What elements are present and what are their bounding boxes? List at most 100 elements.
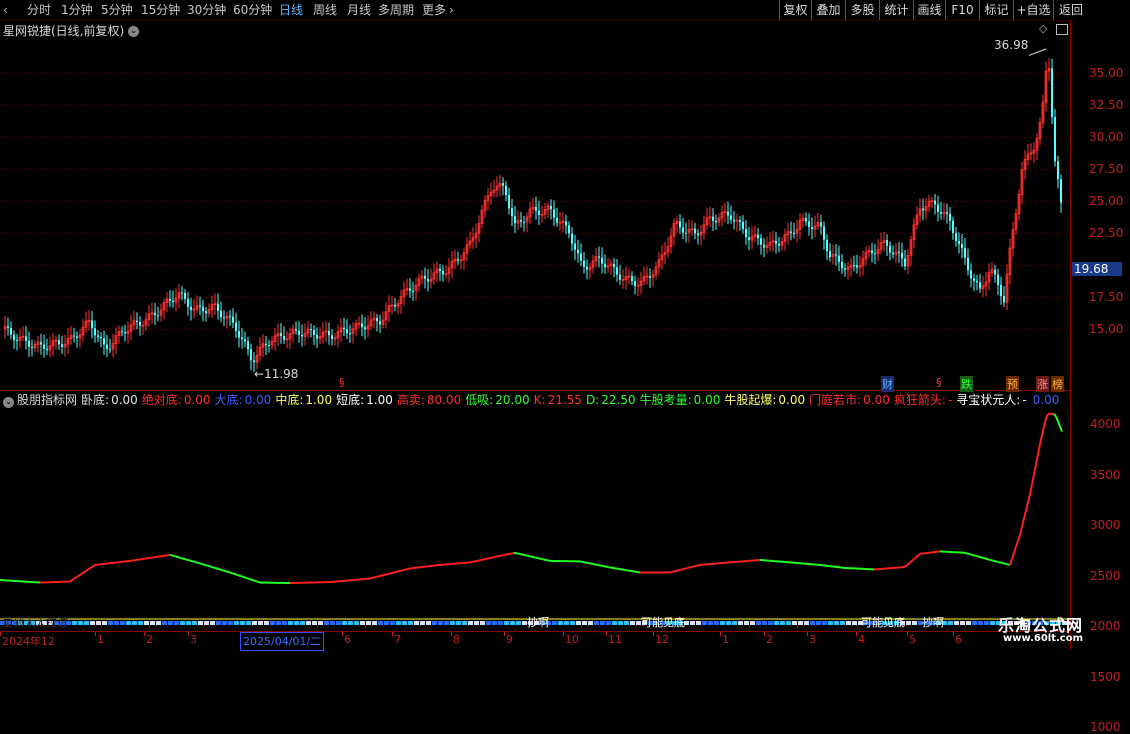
date-axis[interactable]: 2025/04/01/二 2024年121236789101112123456	[0, 631, 1070, 651]
signal-bar	[348, 621, 353, 625]
toolbar-button-2[interactable]: 多股	[845, 0, 879, 20]
signal-bar	[204, 621, 209, 625]
period-tab-1[interactable]: 1分钟	[61, 2, 93, 18]
candle-body	[457, 259, 459, 261]
period-tab-6[interactable]: 日线	[279, 2, 303, 18]
candle-body	[328, 331, 330, 335]
date-label-6: 8	[453, 633, 460, 646]
event-badge-0[interactable]: §	[338, 376, 346, 389]
date-tick	[764, 632, 765, 636]
signal-bar	[564, 621, 569, 625]
chevron-down-icon[interactable]: ⌄	[3, 397, 14, 408]
indicator-segment	[908, 563, 910, 565]
candle-body	[103, 338, 105, 344]
period-tab-9[interactable]: 多周期	[378, 2, 414, 18]
date-tick	[95, 632, 96, 636]
indicator-segment	[200, 563, 202, 564]
legend-item-1: 绝对底:0.00	[142, 393, 211, 407]
indicator-segment	[1002, 563, 1004, 564]
date-label-1: 1	[97, 633, 104, 646]
indicator-segment	[1022, 519, 1024, 527]
period-tab-4[interactable]: 30分钟	[187, 2, 226, 18]
indicator-segment	[1042, 427, 1044, 436]
price-tick-5: 22.50	[1089, 226, 1123, 240]
event-badge-2[interactable]: §	[935, 376, 943, 389]
candle-body	[316, 335, 318, 339]
period-tab-7[interactable]: 周线	[313, 2, 337, 18]
chart-title[interactable]: 星网锐捷(日线,前复权) ⌄	[3, 22, 139, 39]
signal-bar	[954, 621, 959, 625]
signal-bar	[270, 621, 275, 625]
indicator-segment	[236, 574, 238, 575]
date-tick	[188, 632, 189, 636]
candle-body	[1000, 285, 1002, 296]
candle-body	[361, 323, 363, 327]
candle-body	[934, 201, 936, 205]
period-tab-3[interactable]: 15分钟	[141, 2, 180, 18]
event-badge-5[interactable]: 涨	[1036, 376, 1049, 392]
signal-bar	[138, 621, 143, 625]
candle-body	[565, 221, 567, 225]
toolbar-button-3[interactable]: 统计	[879, 0, 913, 20]
event-badge-6[interactable]: 榜	[1051, 376, 1064, 392]
signal-bar	[618, 621, 623, 625]
period-tab-10[interactable]: 更多	[422, 2, 446, 18]
signal-bar	[504, 621, 509, 625]
window-icon[interactable]	[1056, 24, 1068, 35]
candle-body	[733, 220, 735, 222]
toolbar-button-6[interactable]: 标记	[979, 0, 1013, 20]
candle-body	[937, 205, 939, 212]
toolbar-button-1[interactable]: 叠加	[811, 0, 845, 20]
high-arrow	[1029, 49, 1046, 55]
signal-bar	[768, 621, 773, 625]
period-tab-2[interactable]: 5分钟	[101, 2, 133, 18]
period-tab-8[interactable]: 月线	[347, 2, 371, 18]
signal-bar	[624, 621, 629, 625]
candle-body	[778, 244, 780, 246]
event-badge-4[interactable]: 预	[1006, 376, 1019, 392]
signal-bar	[180, 621, 185, 625]
candlestick-chart[interactable]	[0, 20, 1130, 390]
event-badge-3[interactable]: 跌	[960, 376, 973, 392]
date-label-15: 5	[909, 633, 916, 646]
date-tick	[653, 632, 654, 636]
indicator-segment	[82, 572, 84, 573]
more-chevron-icon[interactable]: ›	[449, 2, 454, 18]
indicator-segment	[234, 574, 236, 575]
indicator-segment	[94, 565, 96, 566]
signal-bar	[732, 621, 737, 625]
price-tick-8: 15.00	[1089, 322, 1123, 336]
period-tab-0[interactable]: 分时	[27, 2, 51, 18]
toolbar-button-7[interactable]: +自选	[1013, 0, 1053, 20]
indicator-segment	[224, 571, 226, 572]
toolbar-button-4[interactable]: 画线	[913, 0, 945, 20]
indicator-segment	[214, 568, 216, 569]
candle-body	[739, 220, 741, 222]
signal-bar	[330, 621, 335, 625]
diamond-icon[interactable]: ◇	[1039, 22, 1047, 35]
candle-body	[1060, 179, 1062, 202]
period-tab-5[interactable]: 60分钟	[233, 2, 272, 18]
indicator-segment	[206, 565, 208, 566]
candle-body	[508, 195, 510, 208]
left-arrow-icon[interactable]: ‹	[3, 2, 8, 18]
price-axis[interactable]: 35.0032.5030.0027.5025.0022.5019.6817.50…	[1070, 20, 1130, 650]
chevron-down-icon[interactable]: ⌄	[128, 26, 139, 37]
indicator-chart[interactable]	[0, 391, 1130, 631]
candle-body	[220, 311, 222, 318]
signal-bar	[972, 621, 977, 625]
indicator-segment	[672, 571, 674, 572]
toolbar-button-5[interactable]: F10	[945, 0, 979, 20]
indicator-segment	[246, 578, 248, 579]
toolbar-button-8[interactable]: 返回	[1053, 0, 1088, 20]
toolbar-button-0[interactable]: 复权	[779, 0, 811, 20]
signal-bar	[354, 621, 359, 625]
indicator-segment	[78, 575, 80, 576]
signal-bar	[828, 621, 833, 625]
event-badge-1[interactable]: 财	[881, 376, 894, 392]
signal-bar	[288, 621, 293, 625]
date-tick	[856, 632, 857, 636]
indicator-segment	[694, 566, 696, 567]
candle-body	[964, 248, 966, 258]
candle-body	[343, 328, 345, 330]
